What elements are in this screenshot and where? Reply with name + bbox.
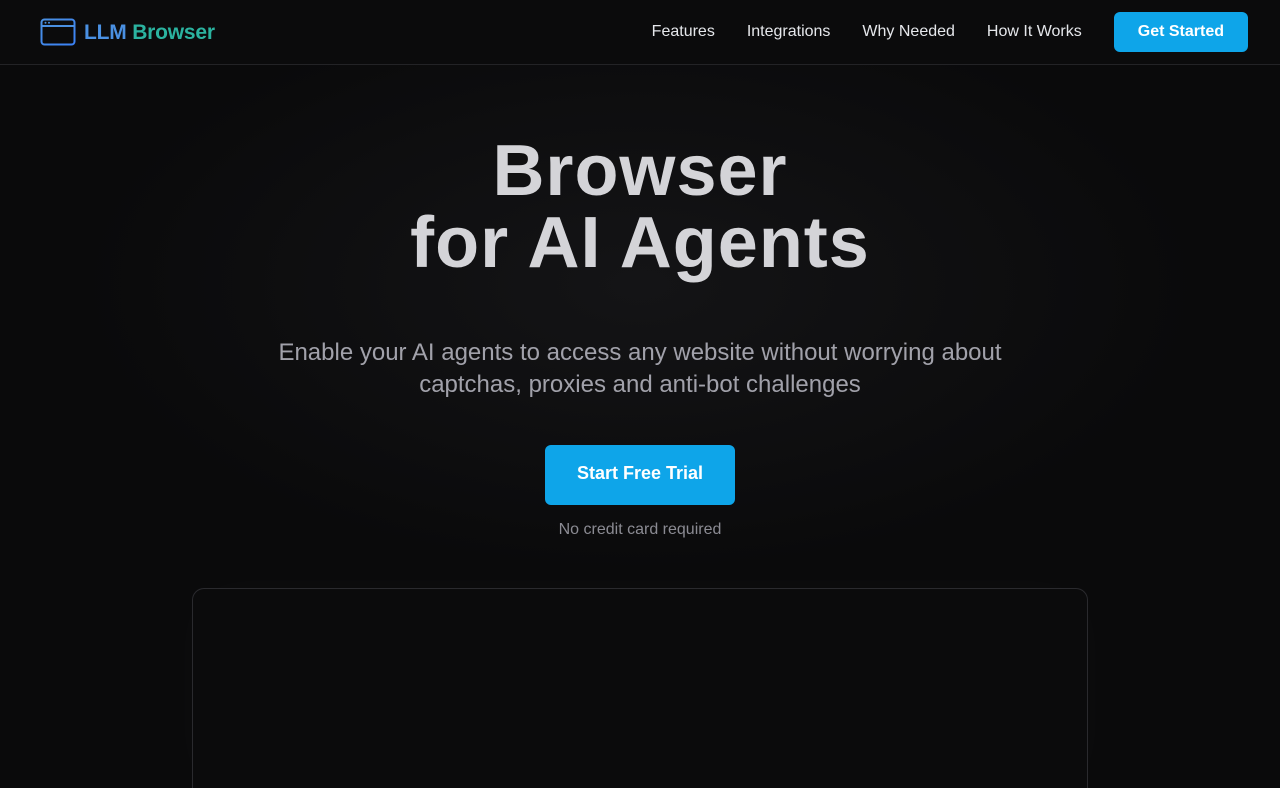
hero-title-line1: Browser [492, 131, 788, 211]
nav-link-integrations[interactable]: Integrations [747, 12, 831, 52]
hero-title-line2: for AI Agents [410, 203, 870, 283]
demo-preview-frame [192, 588, 1088, 788]
browser-window-icon [40, 18, 76, 46]
brand-name: LLM Browser [84, 22, 215, 43]
nav-links: Features Integrations Why Needed How It … [652, 12, 1248, 52]
brand-name-browser: Browser [132, 20, 215, 44]
hero-subtitle: Enable your AI agents to access any webs… [278, 339, 1002, 398]
hero-title: Browser for AI Agents [0, 135, 1280, 279]
get-started-button[interactable]: Get Started [1113, 12, 1248, 52]
nav-link-how-it-works[interactable]: How It Works [987, 12, 1082, 52]
no-credit-card-note: No credit card required [558, 521, 722, 538]
brand-name-llm: LLM [84, 20, 127, 44]
start-free-trial-button[interactable]: Start Free Trial [545, 445, 735, 505]
nav-link-why-needed[interactable]: Why Needed [862, 12, 955, 52]
hero-section: Browser for AI Agents Enable your AI age… [0, 65, 1280, 788]
nav-link-features[interactable]: Features [652, 12, 715, 52]
navbar: LLM Browser Features Integrations Why Ne… [0, 0, 1280, 65]
brand-logo-link[interactable]: LLM Browser [40, 17, 215, 47]
